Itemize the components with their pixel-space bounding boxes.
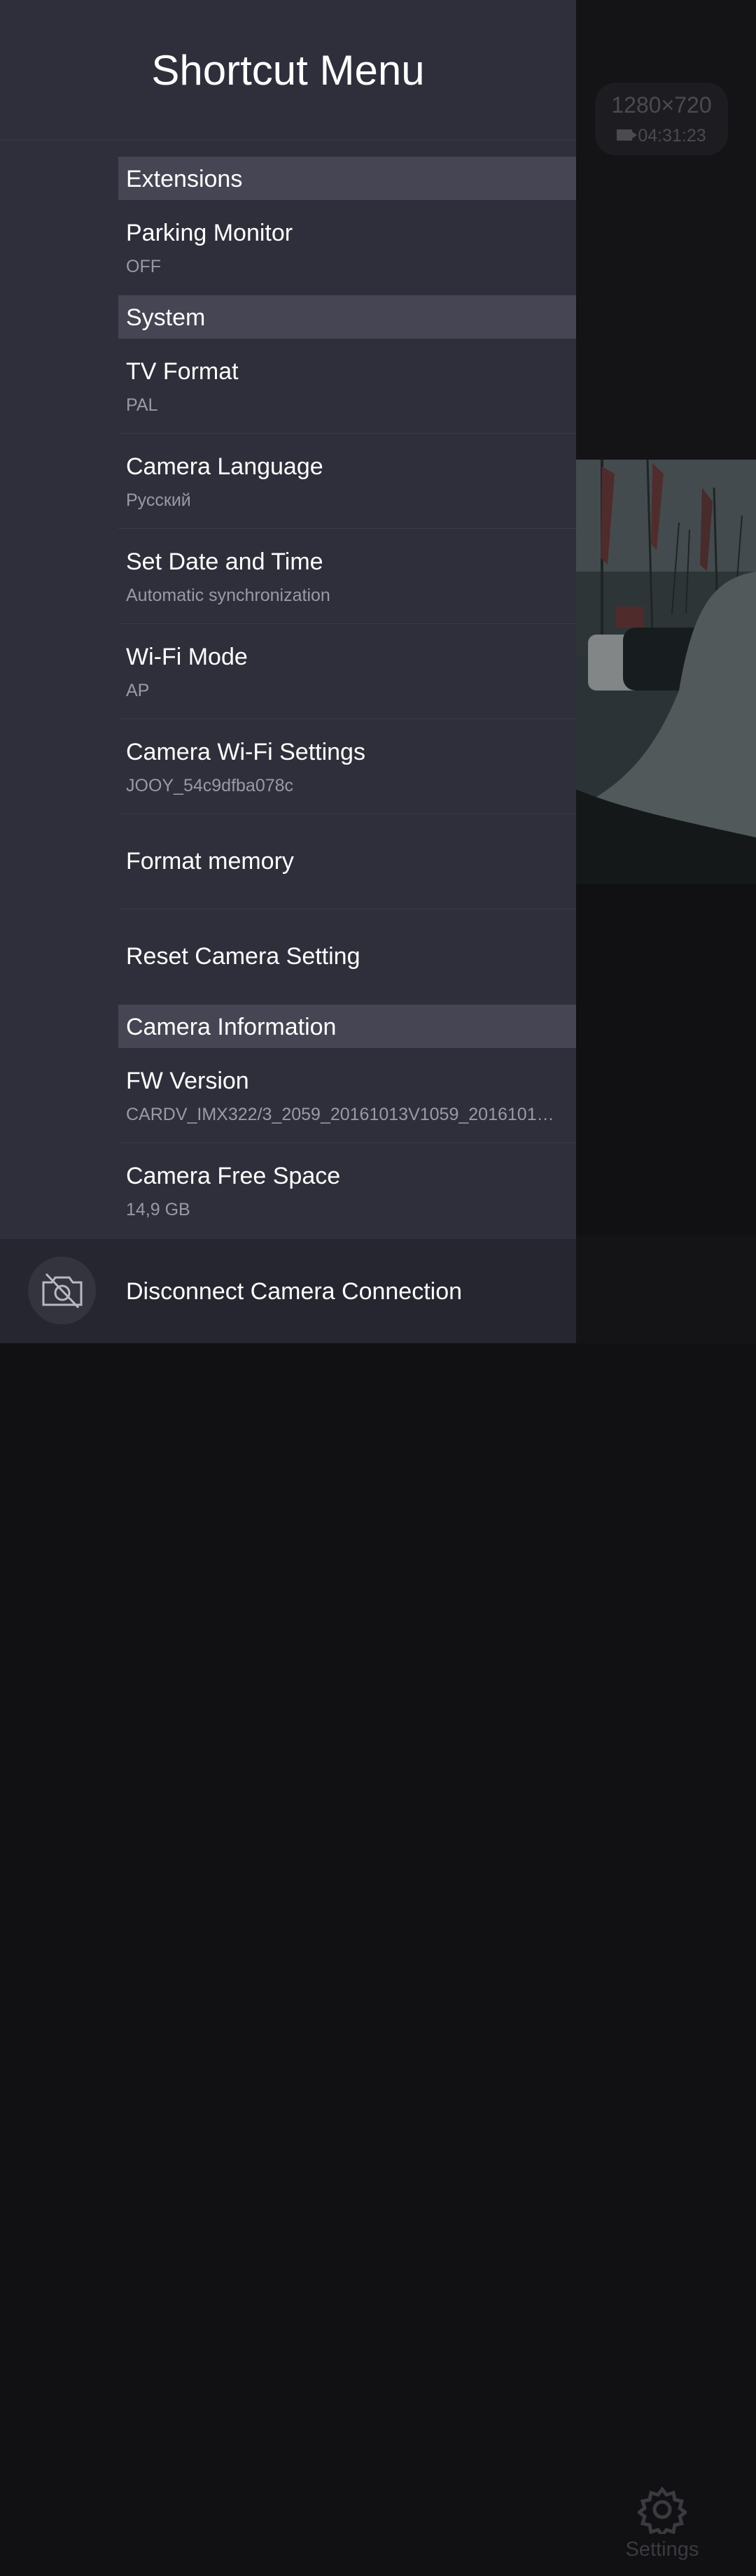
section-header-extensions: Extensions: [118, 157, 576, 200]
menu-item-label: Set Date and Time: [126, 549, 323, 575]
menu-item-camera-free-space[interactable]: Camera Free Space 14,9 GB: [118, 1143, 576, 1238]
menu-item-label: Camera Free Space: [126, 1163, 341, 1189]
disconnect-camera-button[interactable]: Disconnect Camera Connection: [0, 1239, 576, 1343]
menu-item-label: FW Version: [126, 1068, 249, 1094]
settings-list: Extensions Parking Monitor OFF System TV…: [118, 157, 576, 1238]
video-resolution: 1280×720: [611, 92, 712, 118]
menu-item-value: OFF: [126, 257, 161, 276]
menu-item-camera-language[interactable]: Camera Language Русский: [118, 434, 576, 529]
menu-item-label: Reset Camera Setting: [126, 943, 360, 970]
recording-time-row: 04:31:23: [595, 126, 728, 146]
menu-item-camera-wifi-settings[interactable]: Camera Wi-Fi Settings JOOY_54c9dfba078c: [118, 719, 576, 814]
menu-item-label: Parking Monitor: [126, 220, 293, 246]
menu-item-label: Wi-Fi Mode: [126, 644, 248, 670]
menu-item-value: 14,9 GB: [126, 1200, 190, 1219]
menu-item-set-date-time[interactable]: Set Date and Time Automatic synchronizat…: [118, 529, 576, 624]
video-info-badge: 1280×720 04:31:23: [595, 83, 728, 155]
settings-tab[interactable]: Settings: [612, 2481, 713, 2576]
menu-item-reset-camera-setting[interactable]: Reset Camera Setting: [118, 910, 576, 1005]
menu-item-value: JOOY_54c9dfba078c: [126, 776, 294, 795]
menu-item-parking-monitor[interactable]: Parking Monitor OFF: [118, 200, 576, 295]
menu-item-label: Camera Language: [126, 453, 323, 480]
video-camera-icon: [617, 129, 638, 141]
menu-item-label: Format memory: [126, 848, 294, 875]
menu-item-format-memory[interactable]: Format memory: [118, 814, 576, 910]
menu-item-wifi-mode[interactable]: Wi-Fi Mode AP: [118, 624, 576, 719]
drawer-title: Shortcut Menu: [151, 47, 425, 94]
menu-item-value: Русский: [126, 490, 191, 510]
menu-item-value: AP: [126, 681, 150, 700]
menu-item-value: CARDV_IMX322/3_2059_20161013V1059_201610…: [126, 1105, 554, 1124]
camera-preview-image: [574, 460, 756, 884]
disconnect-camera-label: Disconnect Camera Connection: [126, 1278, 463, 1305]
menu-item-tv-format[interactable]: TV Format PAL: [118, 339, 576, 434]
drawer-header: Shortcut Menu: [0, 0, 576, 141]
menu-item-value: Automatic synchronization: [126, 586, 330, 605]
recording-time: 04:31:23: [638, 126, 706, 146]
section-header-system: System: [118, 295, 576, 339]
menu-item-label: TV Format: [126, 358, 239, 385]
camera-preview-scene: [574, 460, 756, 884]
settings-tab-label: Settings: [625, 2538, 699, 2561]
section-header-camera-information: Camera Information: [118, 1005, 576, 1048]
shortcut-menu-drawer: Shortcut Menu Extensions Parking Monitor…: [0, 0, 576, 1343]
camera-off-icon-button[interactable]: [28, 1257, 96, 1324]
menu-item-value: PAL: [126, 395, 158, 415]
gear-icon: [638, 2486, 687, 2534]
menu-item-label: Camera Wi-Fi Settings: [126, 739, 365, 765]
camera-off-icon: [42, 1273, 83, 1309]
menu-item-fw-version[interactable]: FW Version CARDV_IMX322/3_2059_20161013V…: [118, 1048, 576, 1143]
